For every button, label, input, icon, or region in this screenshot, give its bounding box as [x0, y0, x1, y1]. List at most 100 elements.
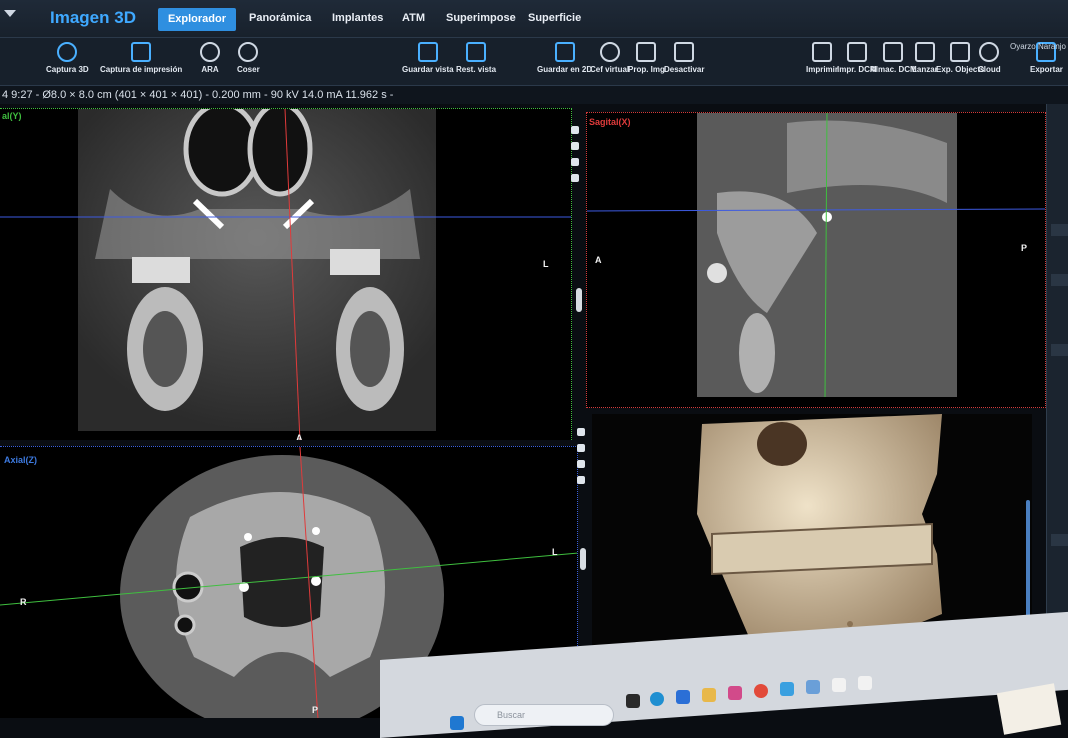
coronal-viewport[interactable]: al(Y) L A: [0, 108, 572, 440]
tab-superimpose[interactable]: Superimpose: [446, 12, 516, 24]
cloud-icon: [979, 42, 1000, 62]
print-dcm-icon: [846, 42, 867, 62]
store-dcm-label: Almac. DCM: [870, 65, 917, 74]
ara-button[interactable]: ARA: [200, 42, 220, 74]
export-label: Exportar: [1030, 65, 1063, 74]
sagittal-image: [587, 113, 1045, 398]
capture-print-label: Captura de impresión: [100, 65, 183, 74]
axial-label: Axial(Z): [4, 455, 38, 465]
axial-orientation-top: A: [296, 446, 303, 447]
arrow-up-icon[interactable]: [571, 142, 579, 150]
axial-side-tools[interactable]: [574, 420, 588, 492]
sagittal-orientation-right: P: [1021, 243, 1028, 253]
image-properties-icon: [636, 42, 657, 62]
coser-label: Coser: [237, 65, 260, 74]
coronal-orientation-bottom: A: [296, 433, 303, 440]
toolbar: Captura 3D Captura de impresión ARA Cose…: [0, 38, 1068, 86]
task-view-icon[interactable]: [626, 694, 640, 708]
save-view-label: Guardar vista: [402, 65, 454, 74]
app-icon[interactable]: [832, 678, 846, 692]
network-icon: [883, 42, 904, 62]
ara-label: ARA: [201, 65, 219, 74]
launch-icon: [914, 42, 935, 62]
screen: Imagen 3D Explorador Panorámica Implante…: [0, 0, 1068, 738]
app-icon[interactable]: [806, 680, 820, 694]
skull-camera-icon: [57, 42, 78, 62]
camera-icon[interactable]: [571, 158, 579, 166]
printer-icon: [812, 42, 832, 62]
store-icon[interactable]: [676, 690, 690, 704]
panel-tab[interactable]: [1051, 274, 1068, 286]
edge-icon[interactable]: [650, 692, 664, 706]
tab-atm[interactable]: ATM: [402, 12, 425, 24]
tab-superficie[interactable]: Superficie: [528, 12, 581, 24]
export-objects-icon: [950, 42, 971, 62]
deactivate-icon: [674, 42, 695, 62]
print-label: Imprimir: [806, 65, 839, 74]
expand-icon[interactable]: [577, 428, 585, 436]
user-name: Oyarzo Naranjo: [1009, 42, 1066, 51]
volume-3d-viewport[interactable]: [592, 414, 1032, 650]
print-button[interactable]: Imprimir: [806, 42, 838, 74]
deactivate-label: Desactivar: [664, 65, 705, 74]
rest-view-button[interactable]: Rest. vista: [456, 42, 496, 74]
panel-tab[interactable]: [1051, 224, 1068, 236]
capture-print-button[interactable]: Captura de impresión: [100, 42, 182, 74]
prop-img-button[interactable]: Prop. Img: [628, 42, 665, 74]
save-2d-icon: [554, 42, 575, 62]
wrench-icon[interactable]: [571, 174, 579, 182]
app-icon[interactable]: [728, 686, 742, 700]
sagittal-viewport[interactable]: Sagital(X) A P: [586, 112, 1046, 408]
panel-tab[interactable]: [1051, 344, 1068, 356]
save-view-icon: [417, 42, 438, 62]
scan-info-bar: 4 9:27 - Ø8.0 × 8.0 cm (401 × 401 × 401)…: [0, 86, 1068, 104]
sagittal-orientation-left: A: [595, 255, 602, 265]
rest-view-label: Rest. vista: [456, 65, 497, 74]
coser-button[interactable]: Coser: [237, 42, 260, 74]
sagittal-label: Sagital(X): [589, 117, 631, 127]
file-explorer-icon[interactable]: [702, 688, 716, 702]
expand-icon[interactable]: [571, 126, 579, 134]
coronal-label: al(Y): [2, 111, 22, 121]
launch-button[interactable]: Lanzar: [912, 42, 938, 74]
right-tool-panel: [1046, 104, 1068, 634]
ara-icon: [200, 42, 220, 62]
coronal-scrollbar[interactable]: [576, 288, 582, 312]
cef-virtual-label: Cef virtual: [590, 65, 630, 74]
wrench-icon[interactable]: [577, 476, 585, 484]
capture-3d-button[interactable]: Captura 3D: [46, 42, 89, 74]
axial-scrollbar[interactable]: [580, 548, 586, 570]
launch-label: Lanzar: [912, 65, 938, 74]
cloud-button[interactable]: Cloud: [978, 42, 1001, 74]
windows-start-icon[interactable]: [450, 716, 464, 730]
axial-orientation-bottom: P: [312, 705, 319, 715]
volume-scrollbar[interactable]: [1026, 500, 1030, 620]
skull-3d-render: [697, 414, 942, 644]
capture-3d-label: Captura 3D: [46, 65, 89, 74]
store-dcm-button[interactable]: Almac. DCM: [870, 42, 917, 74]
arrow-up-icon[interactable]: [577, 444, 585, 452]
cef-virtual-button[interactable]: Cef virtual: [590, 42, 629, 74]
axial-orientation-left: R: [20, 597, 27, 607]
panel-tab[interactable]: [1051, 534, 1068, 546]
title-bar: Imagen 3D Explorador Panorámica Implante…: [0, 0, 1068, 38]
save-view-button[interactable]: Guardar vista: [402, 42, 454, 74]
app-icon[interactable]: [780, 682, 794, 696]
tab-explorador[interactable]: Explorador: [158, 8, 236, 31]
save-2d-button[interactable]: Guardar en 2D: [537, 42, 592, 74]
chrome-icon[interactable]: [754, 684, 768, 698]
coronal-side-tools[interactable]: [568, 118, 582, 190]
coronal-orientation-right: L: [543, 259, 549, 269]
taskbar-search[interactable]: Buscar: [474, 704, 614, 726]
coronal-image: [0, 109, 571, 440]
deactivate-button[interactable]: Desactivar: [664, 42, 704, 74]
app-icon[interactable]: [858, 676, 872, 690]
axial-orientation-right: L: [552, 547, 558, 557]
camera-icon[interactable]: [577, 460, 585, 468]
tab-panoramica[interactable]: Panorámica: [249, 12, 311, 24]
menu-caret-icon[interactable]: [4, 10, 16, 17]
restore-view-icon: [466, 42, 487, 62]
app-title: Imagen 3D: [50, 8, 136, 27]
save-2d-label: Guardar en 2D: [537, 65, 593, 74]
tab-implantes[interactable]: Implantes: [332, 12, 383, 24]
